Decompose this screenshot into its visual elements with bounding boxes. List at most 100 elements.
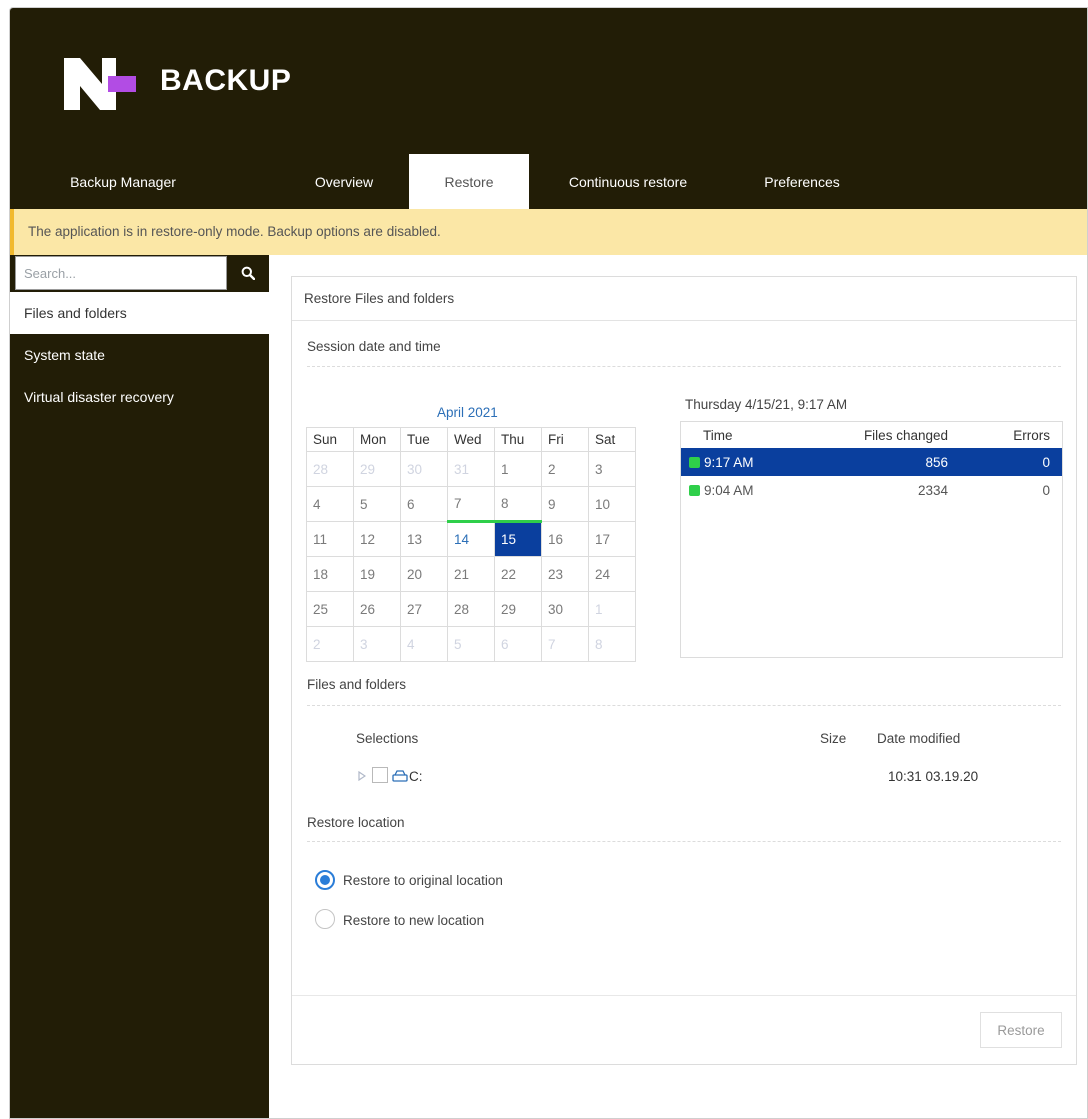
- drive-icon: [392, 770, 408, 782]
- search-icon: [241, 266, 255, 280]
- calendar: Sun Mon Tue Wed Thu Fri Sat 28 29 30 31 1 2 3 4 5 6 7 8 9 1…: [306, 427, 636, 662]
- calendar-day[interactable]: 29: [494, 591, 542, 627]
- calendar-week: 11 12 13 14 15 16 17: [306, 520, 636, 557]
- panel-title: Restore Files and folders: [292, 277, 1076, 321]
- session-row[interactable]: 9:04 AM 2334 0: [681, 476, 1062, 504]
- weekday-mon: Mon: [353, 427, 401, 452]
- footer-divider: [292, 995, 1076, 996]
- calendar-week: 18 19 20 21 22 23 24: [306, 556, 636, 592]
- calendar-week: 4 5 6 7 8 9 10: [306, 486, 636, 522]
- calendar-weekdays: Sun Mon Tue Wed Thu Fri Sat: [306, 427, 636, 452]
- expand-triangle-icon[interactable]: [358, 771, 366, 781]
- calendar-day[interactable]: 4: [306, 486, 354, 522]
- calendar-day[interactable]: 30: [400, 451, 448, 487]
- weekday-thu: Thu: [494, 427, 542, 452]
- calendar-day[interactable]: 28: [306, 451, 354, 487]
- file-name[interactable]: C:: [409, 769, 423, 784]
- calendar-day[interactable]: 7: [541, 626, 589, 662]
- location-section-title: Restore location: [307, 815, 405, 830]
- calendar-day[interactable]: 26: [353, 591, 401, 627]
- calendar-day[interactable]: 22: [494, 556, 542, 592]
- calendar-day[interactable]: 5: [353, 486, 401, 522]
- weekday-sun: Sun: [306, 427, 354, 452]
- calendar-day[interactable]: 14: [447, 520, 495, 557]
- size-header: Size: [820, 731, 847, 746]
- session-time: 9:04 AM: [681, 483, 836, 498]
- radio-new-location[interactable]: [315, 909, 335, 929]
- calendar-day[interactable]: 19: [353, 556, 401, 592]
- calendar-day[interactable]: 8: [494, 486, 542, 522]
- calendar-day[interactable]: 9: [541, 486, 589, 522]
- calendar-day[interactable]: 29: [353, 451, 401, 487]
- tab-restore[interactable]: Restore: [409, 154, 529, 210]
- calendar-month[interactable]: April 2021: [437, 405, 498, 420]
- calendar-week: 2345678: [306, 626, 636, 662]
- search-input[interactable]: [16, 257, 226, 289]
- col-files-changed: Files changed: [863, 427, 948, 443]
- calendar-day[interactable]: 30: [541, 591, 589, 627]
- session-time: 9:17 AM: [681, 455, 836, 470]
- divider: [307, 705, 1061, 706]
- date-modified-header: Date modified: [877, 731, 961, 746]
- calendar-week: 28 29 30 31 1 2 3: [306, 451, 636, 487]
- calendar-day[interactable]: 13: [400, 521, 448, 557]
- calendar-day[interactable]: 6: [494, 626, 542, 662]
- calendar-day[interactable]: 24: [588, 556, 636, 592]
- weekday-wed: Wed: [447, 427, 495, 452]
- calendar-day[interactable]: 20: [400, 556, 448, 592]
- calendar-day[interactable]: 16: [541, 521, 589, 557]
- calendar-week: 25 26 27 28 29 30 1: [306, 591, 636, 627]
- tab-overview[interactable]: Overview: [282, 154, 406, 210]
- calendar-day[interactable]: 8: [588, 626, 636, 662]
- session-list-header: Time Files changed Errors: [681, 422, 1062, 448]
- calendar-day[interactable]: 1: [494, 451, 542, 487]
- col-errors: Errors: [1013, 427, 1050, 443]
- calendar-day[interactable]: 6: [400, 486, 448, 522]
- calendar-day[interactable]: 5: [447, 626, 495, 662]
- calendar-day[interactable]: 18: [306, 556, 354, 592]
- tab-continuous-restore[interactable]: Continuous restore: [544, 154, 712, 210]
- calendar-day[interactable]: 3: [353, 626, 401, 662]
- weekday-fri: Fri: [541, 427, 589, 452]
- session-errors: 0: [1042, 482, 1050, 498]
- calendar-day[interactable]: 28: [447, 591, 495, 627]
- search-box: [15, 256, 227, 290]
- calendar-day[interactable]: 23: [541, 556, 589, 592]
- calendar-day[interactable]: 1: [588, 591, 636, 627]
- session-list: Time Files changed Errors 9:17 AM 856 0 9:0…: [680, 421, 1063, 658]
- search-button[interactable]: [227, 256, 269, 290]
- calendar-day[interactable]: 3: [588, 451, 636, 487]
- radio-original-location-label[interactable]: Restore to original location: [343, 873, 503, 888]
- session-date-label: Thursday 4/15/21, 9:17 AM: [685, 397, 848, 412]
- calendar-day[interactable]: 17: [588, 521, 636, 557]
- brand-name: BACKUP: [160, 64, 292, 97]
- status-ok-icon: [689, 456, 700, 468]
- session-row[interactable]: 9:17 AM 856 0: [681, 448, 1062, 476]
- calendar-day[interactable]: 7: [447, 486, 495, 522]
- status-ok-icon: [689, 484, 700, 496]
- sidebar-item-system-state[interactable]: System state: [10, 334, 269, 376]
- calendar-day[interactable]: 27: [400, 591, 448, 627]
- sidebar-item-files-and-folders[interactable]: Files and folders: [10, 292, 269, 334]
- restore-button[interactable]: Restore: [980, 1012, 1062, 1048]
- calendar-day[interactable]: 12: [353, 521, 401, 557]
- calendar-day[interactable]: 10: [588, 486, 636, 522]
- tab-backup-manager[interactable]: Backup Manager: [40, 154, 206, 210]
- calendar-day[interactable]: 15: [494, 520, 542, 557]
- calendar-day[interactable]: 21: [447, 556, 495, 592]
- radio-new-location-label[interactable]: Restore to new location: [343, 913, 484, 928]
- calendar-day[interactable]: 31: [447, 451, 495, 487]
- tab-preferences[interactable]: Preferences: [732, 154, 872, 210]
- calendar-day[interactable]: 25: [306, 591, 354, 627]
- calendar-day[interactable]: 2: [306, 626, 354, 662]
- calendar-day[interactable]: 11: [306, 521, 354, 557]
- session-section-title: Session date and time: [307, 339, 441, 354]
- radio-original-location[interactable]: [315, 870, 335, 890]
- file-date-modified: 10:31 03.19.20: [888, 769, 979, 784]
- restore-panel: Restore Files and folders Session date a…: [291, 276, 1077, 1065]
- file-checkbox[interactable]: [372, 767, 388, 783]
- calendar-day[interactable]: 2: [541, 451, 589, 487]
- calendar-day[interactable]: 4: [400, 626, 448, 662]
- divider: [307, 841, 1061, 842]
- sidebar-item-virtual-disaster-recovery[interactable]: Virtual disaster recovery: [10, 376, 269, 418]
